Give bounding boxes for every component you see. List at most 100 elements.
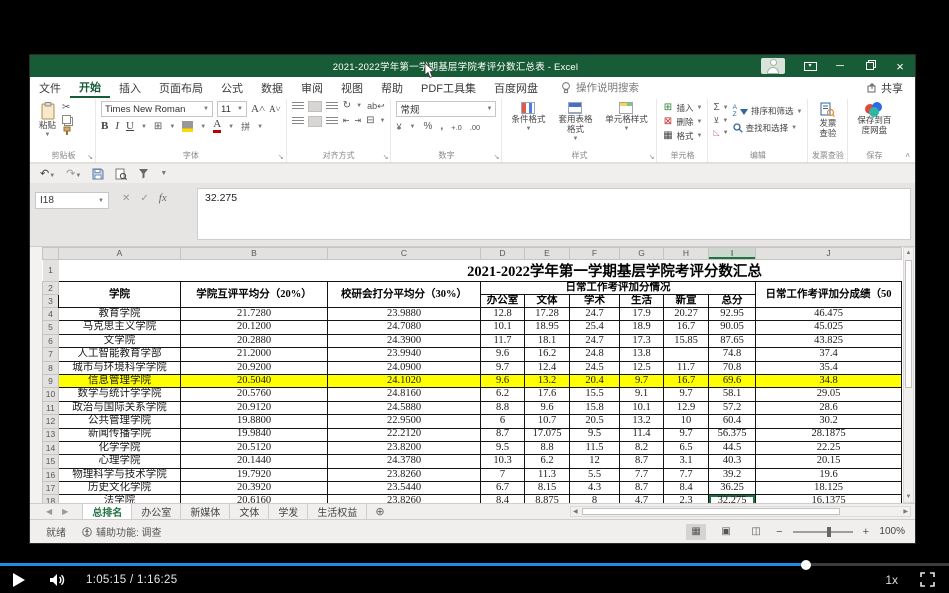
sheet-tab-1[interactable]: 办公室 [132, 504, 181, 519]
cell-D7[interactable]: 9.6 [481, 348, 525, 361]
cell-A18[interactable]: 法学院 [59, 495, 181, 503]
cell-I15[interactable]: 40.3 [709, 455, 756, 468]
cell-H13[interactable]: 9.7 [664, 428, 709, 441]
cell-C15[interactable]: 24.3780 [328, 455, 481, 468]
cell-J13[interactable]: 28.1875 [756, 428, 902, 441]
accounting-format-button[interactable]: ¥ [396, 123, 401, 132]
cell-E10[interactable]: 17.6 [525, 388, 570, 401]
column-header-B[interactable]: B [181, 248, 328, 260]
shrink-font-button[interactable]: A˅ [269, 105, 281, 114]
share-button[interactable]: 共享 [867, 77, 903, 98]
sheet-tab-2[interactable]: 新媒体 [181, 504, 230, 519]
redo-button[interactable]: ↷▼ [66, 167, 81, 180]
invoice-check-button[interactable]: 发票查验 [813, 101, 842, 140]
header-peer-avg[interactable]: 学院互评平均分（20%） [181, 282, 328, 308]
cut-button[interactable]: ✂ [62, 103, 72, 113]
scroll-right-arrow[interactable]: ▶ [901, 508, 910, 515]
cell-F11[interactable]: 15.8 [570, 401, 620, 414]
cell-A12[interactable]: 公共管理学院 [59, 415, 181, 428]
cell-F18[interactable]: 8 [570, 495, 620, 503]
cell-G17[interactable]: 8.7 [620, 482, 664, 495]
cancel-button[interactable]: ✕ [122, 193, 130, 204]
cell-F5[interactable]: 25.4 [570, 321, 620, 334]
cell-B17[interactable]: 20.3920 [181, 482, 328, 495]
align-middle-button[interactable] [309, 102, 321, 111]
ribbon-tab-2[interactable]: 插入 [110, 77, 150, 98]
cell-B7[interactable]: 21.2000 [181, 348, 328, 361]
cell-J9[interactable]: 34.8 [756, 374, 902, 387]
header-daily-col-5[interactable]: 总分 [709, 295, 756, 308]
select-all-corner[interactable] [43, 248, 59, 260]
cell-I18[interactable]: 32.275 [709, 495, 756, 503]
row-header-9[interactable]: 9 [43, 374, 59, 387]
cell-F17[interactable]: 4.3 [570, 482, 620, 495]
page-layout-view-button[interactable]: ▣ [716, 524, 736, 540]
cell-C6[interactable]: 24.3900 [328, 334, 481, 347]
cell-F16[interactable]: 5.5 [570, 468, 620, 481]
ribbon-tab-1[interactable]: 开始 [70, 77, 110, 98]
scroll-up-arrow[interactable]: ▲ [906, 248, 912, 258]
cell-F10[interactable]: 15.5 [570, 388, 620, 401]
orientation-button[interactable]: ↻ [343, 101, 351, 111]
delete-cells-button[interactable]: ⊠删除▼ [662, 117, 702, 127]
ribbon-tab-5[interactable]: 数据 [252, 77, 292, 98]
wrap-text-button[interactable]: ab↩ [367, 102, 385, 111]
decrease-indent-button[interactable]: ⇤ [343, 117, 350, 125]
cell-H7[interactable] [664, 348, 709, 361]
cell-B6[interactable]: 20.2880 [181, 334, 328, 347]
zoom-slider-thumb[interactable] [827, 527, 831, 537]
account-avatar[interactable] [761, 58, 785, 74]
cell-E16[interactable]: 11.3 [525, 468, 570, 481]
normal-view-button[interactable]: ▦ [686, 524, 706, 540]
align-top-button[interactable] [292, 102, 304, 111]
zoom-slider[interactable] [793, 531, 853, 533]
cell-D4[interactable]: 12.8 [481, 308, 525, 321]
zoom-percentage[interactable]: 100% [879, 526, 905, 537]
add-sheet-button[interactable]: ⊕ [367, 504, 392, 519]
cell-G16[interactable]: 7.7 [620, 468, 664, 481]
cell-F9[interactable]: 20.4 [570, 374, 620, 387]
row-header-8[interactable]: 8 [43, 361, 59, 374]
cell-C9[interactable]: 24.1020 [328, 374, 481, 387]
save-button[interactable] [92, 168, 104, 180]
column-header-E[interactable]: E [525, 248, 570, 260]
cell-D10[interactable]: 6.2 [481, 388, 525, 401]
cell-G6[interactable]: 17.3 [620, 334, 664, 347]
playback-speed-button[interactable]: 1x [885, 573, 898, 587]
font-name-select[interactable]: Times New Roman▼ [101, 101, 213, 117]
cell-C5[interactable]: 24.7080 [328, 321, 481, 334]
row-header-12[interactable]: 12 [43, 415, 59, 428]
cell-I12[interactable]: 60.4 [709, 415, 756, 428]
column-header-C[interactable]: C [328, 248, 481, 260]
scroll-left-arrow[interactable]: ◀ [571, 508, 580, 515]
cell-C12[interactable]: 22.9500 [328, 415, 481, 428]
ribbon-tab-4[interactable]: 公式 [212, 77, 252, 98]
font-color-button[interactable]: A [213, 120, 221, 133]
customize-qat-button[interactable]: ▼ [160, 170, 167, 177]
fill-button[interactable]: ⊻▼ [713, 117, 728, 125]
print-preview-button[interactable] [115, 168, 127, 180]
row-header-5[interactable]: 5 [43, 321, 59, 334]
cell-J5[interactable]: 45.025 [756, 321, 902, 334]
cell-E14[interactable]: 8.8 [525, 441, 570, 454]
cell-D8[interactable]: 9.7 [481, 361, 525, 374]
cell-C7[interactable]: 23.9940 [328, 348, 481, 361]
grow-font-button[interactable]: A˄ [251, 104, 265, 115]
cell-C14[interactable]: 23.8200 [328, 441, 481, 454]
header-daily-col-2[interactable]: 学术 [570, 295, 620, 308]
horizontal-scroll-thumb[interactable] [582, 508, 840, 515]
cell-H10[interactable]: 9.7 [664, 388, 709, 401]
cell-A1[interactable] [59, 260, 181, 282]
bold-button[interactable]: B [101, 121, 108, 132]
insert-cells-button[interactable]: ⊞插入▼ [662, 103, 702, 113]
cell-G18[interactable]: 4.7 [620, 495, 664, 503]
cell-I9[interactable]: 69.6 [709, 374, 756, 387]
sort-filter-button[interactable]: AZ 排序和筛选▼ [733, 105, 803, 118]
cell-G11[interactable]: 10.1 [620, 401, 664, 414]
cell-B5[interactable]: 20.1200 [181, 321, 328, 334]
cell-J10[interactable]: 29.05 [756, 388, 902, 401]
cell-F15[interactable]: 12 [570, 455, 620, 468]
autosum-button[interactable]: Σ▼ [713, 103, 728, 113]
cell-H15[interactable]: 3.1 [664, 455, 709, 468]
enter-button[interactable]: ✓ [140, 193, 148, 204]
